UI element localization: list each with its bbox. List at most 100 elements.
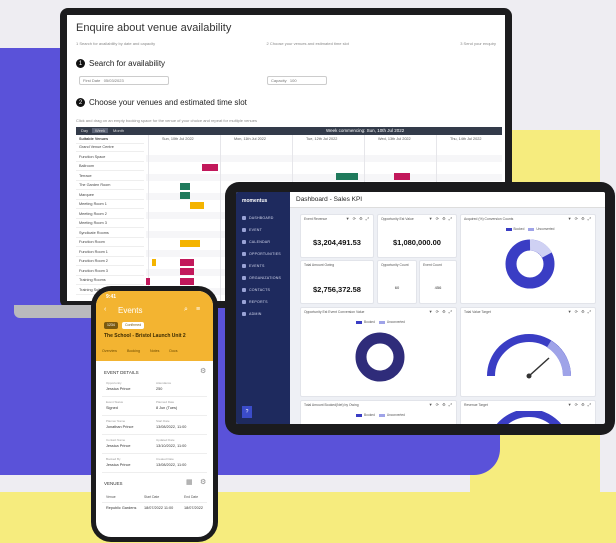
settings-icon[interactable]: ⚙ (200, 478, 206, 486)
header: Dashboard - Sales KPI (290, 192, 605, 208)
bar-card-booked[interactable]: Total Amount Booked(Net) by Owing ▼ ⟳ ⚙ … (300, 400, 457, 424)
card-tools-icon[interactable]: ▼ ⟳ ⚙ ⤢ (568, 309, 592, 314)
phone-screen: 9:41 ‹ Events ⌕ ≡ 1234 Confirmed The Sch… (96, 291, 213, 537)
tab-week[interactable]: Week (92, 128, 109, 133)
booking-block[interactable] (180, 278, 194, 285)
booking-block[interactable] (180, 183, 190, 190)
nav-icon (242, 312, 246, 316)
card-tools-icon[interactable]: ▼ ⟳ ⚙ ⤢ (346, 216, 370, 221)
booking-block[interactable] (180, 259, 194, 266)
venue-row-label[interactable]: Ballroom (76, 164, 144, 171)
venues-column-header: Suitable Venues (76, 137, 144, 144)
section-event-details: EVENT DETAILS (104, 370, 139, 375)
field-label: Booked By (106, 457, 121, 461)
step-2[interactable]: 2 Choose your venues and estimated time … (267, 41, 349, 46)
sidebar-item-contacts[interactable]: CONTACTS (242, 288, 270, 292)
venue-row-label[interactable]: Terrace (76, 174, 144, 181)
nav-icon (242, 300, 246, 304)
tab-docs[interactable]: Docs (169, 349, 177, 353)
sidebar-item-organizations[interactable]: ORGANIZATIONS (242, 276, 281, 280)
venue-row-label[interactable]: Syndicate Rooms (76, 231, 144, 238)
row-stripe (146, 154, 502, 162)
gauge-card-target[interactable]: Total Value Target ▼ ⟳ ⚙ ⤢ (460, 307, 596, 397)
tab-booking[interactable]: Booking (127, 349, 140, 353)
sidebar-item-event[interactable]: EVENT (242, 228, 262, 232)
day-column-divider (220, 135, 221, 301)
tab-overview[interactable]: Overview (102, 349, 117, 353)
venue-row-label[interactable]: The Garden Room (76, 183, 144, 190)
booking-block[interactable] (146, 278, 150, 285)
venue-row-label[interactable]: Function Room 2 (76, 259, 144, 266)
booking-block[interactable] (336, 173, 358, 180)
card-tools-icon[interactable]: ▼ ⟳ ⚙ ⤢ (568, 402, 592, 407)
venue-row-label[interactable]: Function Room 3 (76, 269, 144, 276)
booking-block[interactable] (180, 240, 200, 247)
field-label: Attendance (156, 381, 172, 385)
venue-row-label[interactable]: Meeting Room 2 (76, 212, 144, 219)
card-tools-icon[interactable]: ▼ ⟳ ⚙ ⤢ (568, 216, 592, 221)
grid-icon[interactable]: ▦ (186, 478, 193, 486)
venue-row-label[interactable]: Training Rooms (76, 278, 144, 285)
kpi-event-count[interactable]: Event Count 456 (419, 260, 457, 304)
venue-row-label[interactable]: Meeting Room 1 (76, 202, 144, 209)
divider (102, 434, 207, 435)
sidebar-item-events[interactable]: EVENTS (242, 264, 265, 268)
booking-block[interactable] (152, 259, 156, 266)
nav-icon (242, 288, 246, 292)
venue-row-label[interactable]: Marquee (76, 193, 144, 200)
tab-month[interactable]: Month (110, 128, 127, 133)
card-tools-icon[interactable]: ▼ ⟳ ⚙ ⤢ (429, 216, 453, 221)
booking-block[interactable] (180, 192, 190, 199)
card-tools-icon[interactable]: ▼ ⟳ ⚙ ⤢ (429, 402, 453, 407)
donut-card-conversion[interactable]: Acquired (%) Conversion Counts ▼ ⟳ ⚙ ⤢ B… (460, 214, 596, 304)
sidebar-item-calendar[interactable]: CALENDAR (242, 240, 270, 244)
kpi-opportunity-value[interactable]: Opportunity Est Value ▼ ⟳ ⚙ ⤢ $1,080,000… (377, 214, 457, 258)
venue-cell[interactable]: Republic Gardens (106, 506, 136, 510)
menu-icon[interactable]: ≡ (196, 306, 200, 313)
step-1[interactable]: 1 Search for availability by date and ca… (76, 41, 155, 46)
field-value: Jonathan Prince (106, 425, 134, 429)
sidebar-item-opportunities[interactable]: OPPORTUNITIES (242, 252, 281, 256)
search-icon[interactable]: ⌕ (184, 306, 188, 314)
venue-row-label[interactable]: Meeting Room 3 (76, 221, 144, 228)
field-label: Start Date (156, 419, 170, 423)
field-label: Contact Name (106, 438, 126, 442)
day-header: Tue, 12th Jul 2022 (306, 137, 338, 141)
sidebar-item-dashboard[interactable]: DASHBOARD (242, 216, 274, 220)
step-number-2: 2 (76, 98, 85, 107)
venue-row-label[interactable]: Grand Venue Centre (76, 145, 144, 152)
donut-card-opportunity[interactable]: Opportunity Est Event Conversion Value ▼… (300, 307, 457, 397)
back-icon[interactable]: ‹ (104, 306, 106, 313)
field-value: 13/10/2022, 11:00 (156, 444, 187, 448)
step-number-1: 1 (76, 59, 85, 68)
sidebar-item-reports[interactable]: REPORTS (242, 300, 268, 304)
day-header: Mon, 11th Jul 2022 (234, 137, 267, 141)
kpi-opportunity-count[interactable]: Opportunity Count 60 (377, 260, 417, 304)
help-button[interactable]: ? (242, 406, 252, 418)
field-label: Updated Date (156, 438, 175, 442)
event-header: 9:41 ‹ Events ⌕ ≡ 1234 Confirmed The Sch… (96, 291, 213, 361)
first-date-field[interactable]: First Date 05/03/2023 (79, 76, 169, 85)
field-value: 13/08/2022, 11:00 (156, 463, 187, 467)
kpi-event-revenue[interactable]: Event Revenue ▼ ⟳ ⚙ ⤢ $3,204,491.53 (300, 214, 374, 258)
booking-block[interactable] (190, 202, 204, 209)
kpi-amount-owing[interactable]: Total Amount Owing $2,756,372.58 (300, 260, 374, 304)
gauge-chart (487, 334, 571, 379)
card-tools-icon[interactable]: ▼ ⟳ ⚙ ⤢ (429, 309, 453, 314)
venue-row-label[interactable]: Function Space (76, 155, 144, 162)
venue-row-label[interactable]: Function Room 1 (76, 250, 144, 257)
info-icon[interactable]: ⚙ (200, 367, 206, 375)
booking-block[interactable] (180, 268, 194, 275)
tab-day[interactable]: Day (78, 128, 91, 133)
tab-notes[interactable]: Notes (150, 349, 159, 353)
step-3[interactable]: 3 Send your enquiry (460, 41, 496, 46)
event-id-badge: 1234 (104, 322, 118, 329)
venue-row-label[interactable]: Function Room (76, 240, 144, 247)
week-label: Week commencing: Sun, 10th Jul 2022 (326, 128, 405, 133)
booking-block[interactable] (202, 164, 218, 171)
sidebar-item-admin[interactable]: ADMIN (242, 312, 262, 316)
booking-block[interactable] (394, 173, 410, 180)
gauge-card-revenue[interactable]: Revenue Target ▼ ⟳ ⚙ ⤢ (460, 400, 596, 424)
capacity-field[interactable]: Capacity 100 (267, 76, 327, 85)
scheduler-toolbar: Day Week Month Week commencing: Sun, 10t… (76, 127, 502, 135)
